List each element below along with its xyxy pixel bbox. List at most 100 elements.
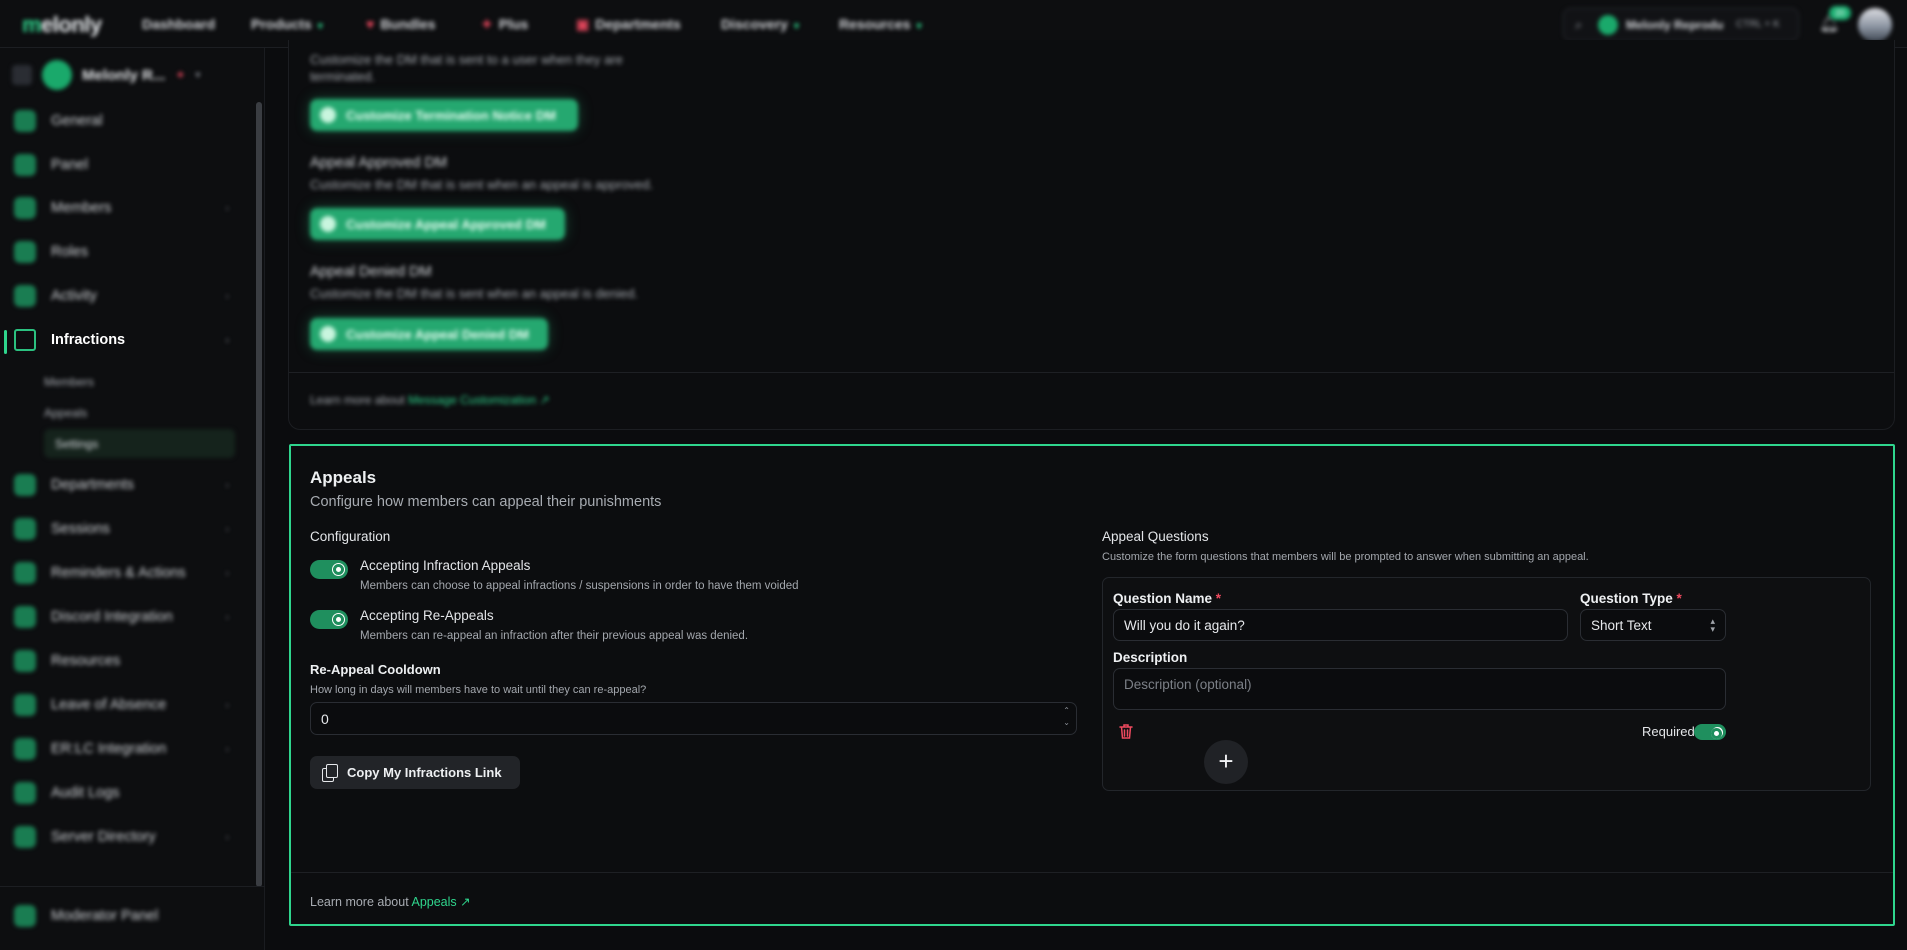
- appeals-card: Appeals Configure how members can appeal…: [289, 444, 1895, 926]
- message-customization-link[interactable]: Message Customization: [408, 393, 536, 407]
- sidebar-divider: [0, 886, 265, 887]
- nav-departments[interactable]: ▣ Departments: [576, 16, 681, 33]
- edit-icon: [320, 107, 336, 123]
- server-avatar: [42, 60, 72, 90]
- appeals-subtitle: Configure how members can appeal their p…: [310, 494, 662, 510]
- plus-badge-icon: ✦: [175, 68, 186, 82]
- nav-discovery[interactable]: Discovery ▾: [721, 16, 799, 32]
- discord-icon: [14, 606, 36, 628]
- chevron-right-icon: ›: [225, 202, 229, 214]
- termination-desc: Customize the DM that is sent to a user …: [310, 52, 623, 67]
- nav-resources[interactable]: Resources ▾: [839, 16, 922, 32]
- sidebar-item-members[interactable]: Members ›: [14, 193, 229, 223]
- sidebar-item-leave[interactable]: Leave of Absence ›: [14, 690, 229, 720]
- customize-termination-button[interactable]: Customize Termination Notice DM: [310, 99, 578, 131]
- search-icon: ⌕: [1575, 17, 1583, 32]
- add-question-button[interactable]: +: [1204, 740, 1248, 784]
- chevron-right-icon: ›: [225, 479, 229, 491]
- active-indicator: [4, 330, 7, 354]
- approved-dm-title: Appeal Approved DM: [310, 155, 448, 171]
- sidebar-item-moderator-panel[interactable]: Moderator Panel: [14, 901, 229, 931]
- nav-bundles[interactable]: ♥ Bundles: [366, 16, 436, 32]
- sidebar-item-directory[interactable]: Server Directory ›: [14, 822, 229, 852]
- chevron-right-icon: ›: [225, 699, 229, 711]
- sidebar-subitem-appeals[interactable]: Appeals: [44, 406, 87, 420]
- members-icon: [14, 197, 36, 219]
- server-switcher[interactable]: Melonly R... ✦ ▾: [12, 58, 227, 92]
- learn-more-appeals: Learn more about Appeals ↗: [310, 895, 471, 909]
- question-type-select[interactable]: Short Text ▴ ▾: [1580, 609, 1726, 641]
- edit-icon: [320, 216, 336, 232]
- sidebar-item-infractions[interactable]: Infractions ›: [14, 325, 229, 355]
- accepting-appeals-desc: Members can choose to appeal infractions…: [360, 580, 799, 592]
- department-icon: [14, 474, 36, 496]
- trash-icon[interactable]: [1118, 723, 1134, 740]
- cooldown-desc: How long in days will members have to wa…: [310, 684, 647, 696]
- sidebar-toggle-icon[interactable]: [12, 65, 32, 85]
- question-name-input[interactable]: Will you do it again?: [1113, 609, 1568, 641]
- plus-star-icon: ✦: [481, 16, 493, 32]
- sidebar-subitem-members[interactable]: Members: [44, 375, 94, 389]
- accepting-reappeals-toggle[interactable]: [310, 610, 348, 629]
- sidebar-subitem-settings[interactable]: Settings: [44, 429, 235, 458]
- activity-icon: [14, 285, 36, 307]
- required-toggle[interactable]: [1694, 724, 1726, 740]
- sidebar-item-resources[interactable]: Resources: [14, 646, 229, 676]
- accepting-appeals-toggle[interactable]: [310, 560, 348, 579]
- card-divider: [291, 872, 1893, 873]
- appeal-questions-label: Appeal Questions: [1102, 529, 1209, 544]
- external-link-icon: ↗: [539, 393, 550, 407]
- approved-dm-desc: Customize the DM that is sent when an ap…: [310, 177, 654, 192]
- chevron-right-icon: ›: [225, 523, 229, 535]
- chevron-down-icon: ›: [225, 334, 229, 346]
- panel-icon: [14, 154, 36, 176]
- notification-badge: 20: [1829, 6, 1851, 20]
- learn-more-message: Learn more about Message Customization ↗: [310, 393, 550, 407]
- globe-icon: [14, 826, 36, 848]
- appeals-link[interactable]: Appeals: [411, 895, 456, 909]
- sidebar-item-departments[interactable]: Departments ›: [14, 470, 229, 500]
- nav-plus[interactable]: ✦ Plus: [481, 16, 528, 33]
- accepting-appeals-title: Accepting Infraction Appeals: [360, 558, 531, 573]
- sidebar-item-erlc[interactable]: ER:LC Integration ›: [14, 734, 229, 764]
- melonly-logo[interactable]: melonly: [22, 12, 102, 38]
- sidebar-item-reminders[interactable]: Reminders & Actions ›: [14, 558, 229, 588]
- copy-infractions-link-button[interactable]: Copy My Infractions Link: [310, 756, 520, 789]
- termination-desc-2: terminated.: [310, 69, 376, 84]
- chevron-right-icon: ›: [225, 611, 229, 623]
- chevron-right-icon: ›: [225, 567, 229, 579]
- number-stepper-icon[interactable]: ⌃ ⌄: [1063, 705, 1070, 729]
- card-divider: [289, 372, 1894, 373]
- sidebar-item-roles[interactable]: Roles: [14, 237, 229, 267]
- sidebar-scrollbar[interactable]: [256, 102, 262, 887]
- server-avatar: [1598, 15, 1618, 35]
- chevron-right-icon: ›: [225, 290, 229, 302]
- nav-dashboard[interactable]: Dashboard: [142, 16, 215, 32]
- configuration-label: Configuration: [310, 529, 391, 544]
- server-name: Melonly R...: [82, 66, 166, 84]
- department-icon: ▣: [576, 16, 590, 32]
- user-avatar[interactable]: [1858, 8, 1892, 42]
- key-icon: [14, 241, 36, 263]
- gavel-icon: [14, 329, 36, 351]
- sidebar-item-general[interactable]: General: [14, 106, 229, 136]
- customize-approved-button[interactable]: Customize Appeal Approved DM: [310, 208, 565, 240]
- description-label: Description: [1113, 650, 1188, 665]
- sidebar-item-sessions[interactable]: Sessions ›: [14, 514, 229, 544]
- server-search[interactable]: ⌕ Melonly Reproduction CTRL + K: [1563, 8, 1799, 41]
- denied-dm-desc: Customize the DM that is sent when an ap…: [310, 286, 639, 301]
- accepting-reappeals-desc: Members can re-appeal an infraction afte…: [360, 630, 749, 642]
- appeal-questions-desc: Customize the form questions that member…: [1102, 551, 1589, 563]
- sidebar-item-panel[interactable]: Panel: [14, 150, 229, 180]
- description-textarea[interactable]: Description (optional): [1113, 668, 1726, 710]
- customize-denied-button[interactable]: Customize Appeal Denied DM: [310, 318, 548, 350]
- nav-products[interactable]: Products ▾: [251, 16, 323, 32]
- shield-icon: [14, 562, 36, 584]
- sidebar-item-audit[interactable]: Audit Logs: [14, 778, 229, 808]
- sidebar-item-activity[interactable]: Activity ›: [14, 281, 229, 311]
- search-server-name: Melonly Reproduction: [1626, 18, 1724, 32]
- cooldown-input[interactable]: 0 ⌃ ⌄: [310, 702, 1077, 735]
- calendar-icon: [14, 694, 36, 716]
- sidebar-item-discord[interactable]: Discord Integration ›: [14, 602, 229, 632]
- edit-icon: [320, 326, 336, 342]
